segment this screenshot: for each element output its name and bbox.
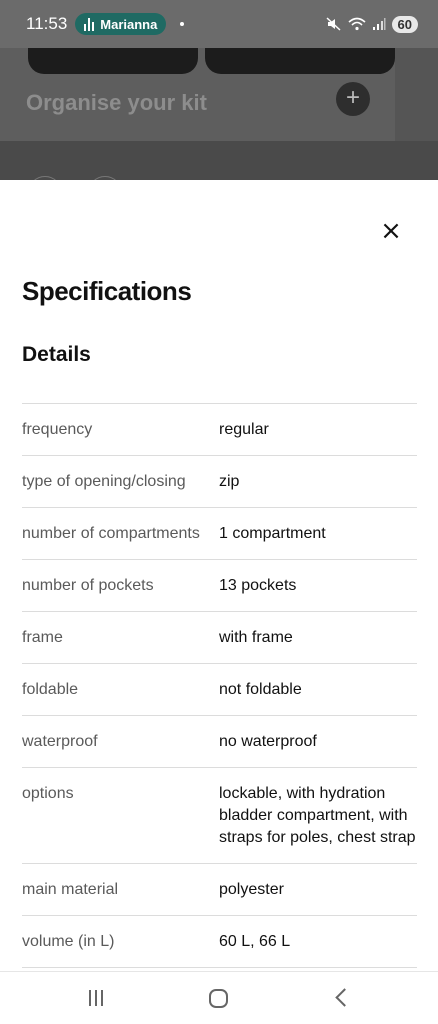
spec-row: number of pockets 13 pockets bbox=[22, 559, 417, 611]
spec-row: options lockable, with hydration bladder… bbox=[22, 767, 417, 863]
section-title: Details bbox=[22, 343, 91, 366]
bag-image-right bbox=[205, 48, 395, 74]
spec-label: frame bbox=[22, 629, 63, 646]
status-bar: 11:53 Marianna 60 bbox=[0, 0, 438, 48]
spec-row: main material polyester bbox=[22, 863, 417, 915]
spec-label: waterproof bbox=[22, 733, 98, 750]
ongoing-call-chip[interactable]: Marianna bbox=[75, 13, 167, 35]
hero-title: Organise your kit bbox=[26, 90, 207, 115]
spec-row: foldable not foldable bbox=[22, 663, 417, 715]
specifications-sheet: × Specifications Details frequency regul… bbox=[0, 180, 438, 971]
spec-value: no waterproof bbox=[219, 733, 317, 750]
notification-dot-icon bbox=[180, 22, 185, 26]
battery-level: 60 bbox=[391, 15, 418, 33]
spec-label: number of compartments bbox=[22, 525, 200, 542]
spec-value: lockable, with hydration bladder compart… bbox=[219, 785, 416, 846]
signal-icon bbox=[372, 18, 386, 30]
spec-value: regular bbox=[219, 421, 269, 438]
spec-value: 60 L, 66 L bbox=[219, 933, 291, 950]
plus-icon[interactable]: + bbox=[336, 82, 370, 116]
spec-label: number of pockets bbox=[22, 577, 154, 594]
spec-row: waterproof no waterproof bbox=[22, 715, 417, 767]
spec-row: type of opening/closing zip bbox=[22, 455, 417, 507]
sheet-title: Specifications bbox=[22, 276, 192, 306]
spec-value: 1 compartment bbox=[219, 525, 326, 542]
spec-row: volume (in L) 60 L, 66 L bbox=[22, 915, 417, 967]
background-page-scrim[interactable]: Organise your kit + bbox=[0, 48, 438, 181]
spec-row: frequency regular bbox=[22, 403, 417, 455]
home-icon[interactable] bbox=[199, 984, 239, 1014]
spec-label: volume (in L) bbox=[22, 933, 115, 950]
spec-label: main material bbox=[22, 881, 119, 898]
spec-value: with frame bbox=[219, 629, 293, 646]
recents-icon[interactable] bbox=[76, 984, 116, 1014]
call-audio-icon bbox=[84, 17, 95, 31]
call-contact-name: Marianna bbox=[100, 16, 158, 32]
status-icons: 60 bbox=[326, 15, 418, 33]
spec-label: options bbox=[22, 785, 74, 802]
wifi-icon bbox=[348, 17, 366, 31]
spec-value: zip bbox=[219, 473, 240, 490]
spec-value: polyester bbox=[219, 881, 284, 898]
spec-value: not foldable bbox=[219, 681, 302, 698]
spec-label: type of opening/closing bbox=[22, 473, 186, 490]
spec-row: frame with frame bbox=[22, 611, 417, 663]
spec-table: frequency regular type of opening/closin… bbox=[22, 403, 417, 971]
bag-image-left bbox=[28, 48, 198, 74]
background-strip bbox=[0, 141, 438, 181]
spec-label: foldable bbox=[22, 681, 79, 698]
back-icon[interactable] bbox=[322, 984, 362, 1014]
status-time: 11:53 bbox=[26, 14, 68, 33]
navigation-bar bbox=[0, 971, 438, 1024]
spec-row: number of compartments 1 compartment bbox=[22, 507, 417, 559]
spec-label: frequency bbox=[22, 421, 93, 438]
spec-value: 13 pockets bbox=[219, 577, 297, 594]
mute-icon bbox=[326, 17, 341, 31]
close-icon[interactable]: × bbox=[376, 216, 406, 246]
hero-banner: Organise your kit + bbox=[0, 48, 395, 141]
